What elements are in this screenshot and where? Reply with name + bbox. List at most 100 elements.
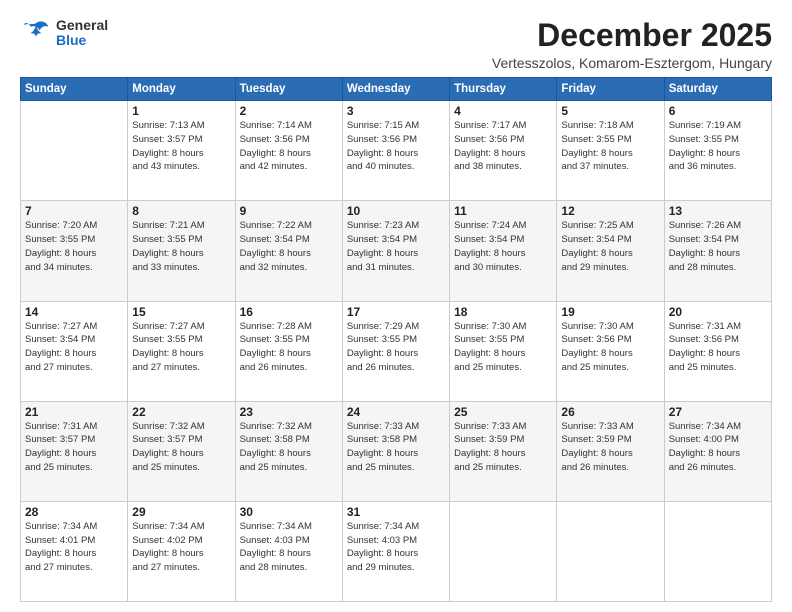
calendar-cell: 10Sunrise: 7:23 AMSunset: 3:54 PMDayligh… <box>342 201 449 301</box>
day-number: 26 <box>561 405 659 419</box>
calendar-cell: 2Sunrise: 7:14 AMSunset: 3:56 PMDaylight… <box>235 101 342 201</box>
col-header-wednesday: Wednesday <box>342 78 449 101</box>
calendar-cell: 6Sunrise: 7:19 AMSunset: 3:55 PMDaylight… <box>664 101 771 201</box>
day-info: Sunrise: 7:28 AMSunset: 3:55 PMDaylight:… <box>240 320 338 375</box>
day-number: 28 <box>25 505 123 519</box>
day-info: Sunrise: 7:26 AMSunset: 3:54 PMDaylight:… <box>669 219 767 274</box>
day-number: 20 <box>669 305 767 319</box>
day-number: 7 <box>25 204 123 218</box>
header: General Blue December 2025 Vertesszolos,… <box>20 18 772 71</box>
calendar-cell: 19Sunrise: 7:30 AMSunset: 3:56 PMDayligh… <box>557 301 664 401</box>
day-number: 10 <box>347 204 445 218</box>
calendar-week-3: 14Sunrise: 7:27 AMSunset: 3:54 PMDayligh… <box>21 301 772 401</box>
col-header-sunday: Sunday <box>21 78 128 101</box>
calendar-cell: 22Sunrise: 7:32 AMSunset: 3:57 PMDayligh… <box>128 401 235 501</box>
calendar-cell: 12Sunrise: 7:25 AMSunset: 3:54 PMDayligh… <box>557 201 664 301</box>
day-info: Sunrise: 7:27 AMSunset: 3:54 PMDaylight:… <box>25 320 123 375</box>
calendar-cell: 24Sunrise: 7:33 AMSunset: 3:58 PMDayligh… <box>342 401 449 501</box>
calendar-cell: 9Sunrise: 7:22 AMSunset: 3:54 PMDaylight… <box>235 201 342 301</box>
day-number: 24 <box>347 405 445 419</box>
day-info: Sunrise: 7:13 AMSunset: 3:57 PMDaylight:… <box>132 119 230 174</box>
day-info: Sunrise: 7:25 AMSunset: 3:54 PMDaylight:… <box>561 219 659 274</box>
day-info: Sunrise: 7:34 AMSunset: 4:03 PMDaylight:… <box>240 520 338 575</box>
logo: General Blue <box>20 18 108 49</box>
calendar-cell: 27Sunrise: 7:34 AMSunset: 4:00 PMDayligh… <box>664 401 771 501</box>
day-number: 21 <box>25 405 123 419</box>
calendar-cell: 3Sunrise: 7:15 AMSunset: 3:56 PMDaylight… <box>342 101 449 201</box>
day-info: Sunrise: 7:33 AMSunset: 3:59 PMDaylight:… <box>561 420 659 475</box>
calendar-cell <box>664 501 771 601</box>
day-info: Sunrise: 7:33 AMSunset: 3:58 PMDaylight:… <box>347 420 445 475</box>
col-header-tuesday: Tuesday <box>235 78 342 101</box>
calendar-week-5: 28Sunrise: 7:34 AMSunset: 4:01 PMDayligh… <box>21 501 772 601</box>
day-number: 2 <box>240 104 338 118</box>
calendar-cell <box>21 101 128 201</box>
day-number: 1 <box>132 104 230 118</box>
day-info: Sunrise: 7:30 AMSunset: 3:56 PMDaylight:… <box>561 320 659 375</box>
calendar-cell: 25Sunrise: 7:33 AMSunset: 3:59 PMDayligh… <box>450 401 557 501</box>
day-info: Sunrise: 7:34 AMSunset: 4:00 PMDaylight:… <box>669 420 767 475</box>
calendar-week-1: 1Sunrise: 7:13 AMSunset: 3:57 PMDaylight… <box>21 101 772 201</box>
calendar-cell: 16Sunrise: 7:28 AMSunset: 3:55 PMDayligh… <box>235 301 342 401</box>
calendar-cell <box>450 501 557 601</box>
day-info: Sunrise: 7:30 AMSunset: 3:55 PMDaylight:… <box>454 320 552 375</box>
calendar-cell: 13Sunrise: 7:26 AMSunset: 3:54 PMDayligh… <box>664 201 771 301</box>
calendar-cell: 4Sunrise: 7:17 AMSunset: 3:56 PMDaylight… <box>450 101 557 201</box>
calendar-cell: 23Sunrise: 7:32 AMSunset: 3:58 PMDayligh… <box>235 401 342 501</box>
day-info: Sunrise: 7:27 AMSunset: 3:55 PMDaylight:… <box>132 320 230 375</box>
day-number: 22 <box>132 405 230 419</box>
day-info: Sunrise: 7:32 AMSunset: 3:57 PMDaylight:… <box>132 420 230 475</box>
day-number: 25 <box>454 405 552 419</box>
calendar-cell <box>557 501 664 601</box>
calendar-cell: 8Sunrise: 7:21 AMSunset: 3:55 PMDaylight… <box>128 201 235 301</box>
day-number: 5 <box>561 104 659 118</box>
logo-icon <box>20 19 52 47</box>
day-info: Sunrise: 7:32 AMSunset: 3:58 PMDaylight:… <box>240 420 338 475</box>
month-title: December 2025 <box>492 18 772 53</box>
day-info: Sunrise: 7:31 AMSunset: 3:57 PMDaylight:… <box>25 420 123 475</box>
calendar-cell: 17Sunrise: 7:29 AMSunset: 3:55 PMDayligh… <box>342 301 449 401</box>
calendar-cell: 15Sunrise: 7:27 AMSunset: 3:55 PMDayligh… <box>128 301 235 401</box>
day-info: Sunrise: 7:15 AMSunset: 3:56 PMDaylight:… <box>347 119 445 174</box>
calendar-cell: 7Sunrise: 7:20 AMSunset: 3:55 PMDaylight… <box>21 201 128 301</box>
day-info: Sunrise: 7:34 AMSunset: 4:01 PMDaylight:… <box>25 520 123 575</box>
calendar-week-2: 7Sunrise: 7:20 AMSunset: 3:55 PMDaylight… <box>21 201 772 301</box>
day-number: 29 <box>132 505 230 519</box>
day-info: Sunrise: 7:19 AMSunset: 3:55 PMDaylight:… <box>669 119 767 174</box>
logo-general: General <box>56 18 108 33</box>
calendar-cell: 5Sunrise: 7:18 AMSunset: 3:55 PMDaylight… <box>557 101 664 201</box>
day-number: 27 <box>669 405 767 419</box>
day-info: Sunrise: 7:23 AMSunset: 3:54 PMDaylight:… <box>347 219 445 274</box>
day-info: Sunrise: 7:18 AMSunset: 3:55 PMDaylight:… <box>561 119 659 174</box>
logo-blue: Blue <box>56 33 108 48</box>
calendar-cell: 31Sunrise: 7:34 AMSunset: 4:03 PMDayligh… <box>342 501 449 601</box>
day-info: Sunrise: 7:21 AMSunset: 3:55 PMDaylight:… <box>132 219 230 274</box>
calendar-cell: 30Sunrise: 7:34 AMSunset: 4:03 PMDayligh… <box>235 501 342 601</box>
day-number: 16 <box>240 305 338 319</box>
col-header-monday: Monday <box>128 78 235 101</box>
day-number: 8 <box>132 204 230 218</box>
day-number: 9 <box>240 204 338 218</box>
calendar-cell: 11Sunrise: 7:24 AMSunset: 3:54 PMDayligh… <box>450 201 557 301</box>
col-header-friday: Friday <box>557 78 664 101</box>
day-number: 4 <box>454 104 552 118</box>
day-number: 17 <box>347 305 445 319</box>
day-number: 12 <box>561 204 659 218</box>
title-block: December 2025 Vertesszolos, Komarom-Eszt… <box>492 18 772 71</box>
day-number: 6 <box>669 104 767 118</box>
calendar-cell: 21Sunrise: 7:31 AMSunset: 3:57 PMDayligh… <box>21 401 128 501</box>
calendar-cell: 1Sunrise: 7:13 AMSunset: 3:57 PMDaylight… <box>128 101 235 201</box>
calendar-table: SundayMondayTuesdayWednesdayThursdayFrid… <box>20 77 772 602</box>
day-number: 3 <box>347 104 445 118</box>
day-info: Sunrise: 7:17 AMSunset: 3:56 PMDaylight:… <box>454 119 552 174</box>
day-info: Sunrise: 7:24 AMSunset: 3:54 PMDaylight:… <box>454 219 552 274</box>
day-number: 31 <box>347 505 445 519</box>
day-info: Sunrise: 7:14 AMSunset: 3:56 PMDaylight:… <box>240 119 338 174</box>
calendar-cell: 28Sunrise: 7:34 AMSunset: 4:01 PMDayligh… <box>21 501 128 601</box>
calendar-week-4: 21Sunrise: 7:31 AMSunset: 3:57 PMDayligh… <box>21 401 772 501</box>
day-number: 11 <box>454 204 552 218</box>
logo-text: General Blue <box>56 18 108 49</box>
day-info: Sunrise: 7:33 AMSunset: 3:59 PMDaylight:… <box>454 420 552 475</box>
col-header-saturday: Saturday <box>664 78 771 101</box>
day-number: 18 <box>454 305 552 319</box>
